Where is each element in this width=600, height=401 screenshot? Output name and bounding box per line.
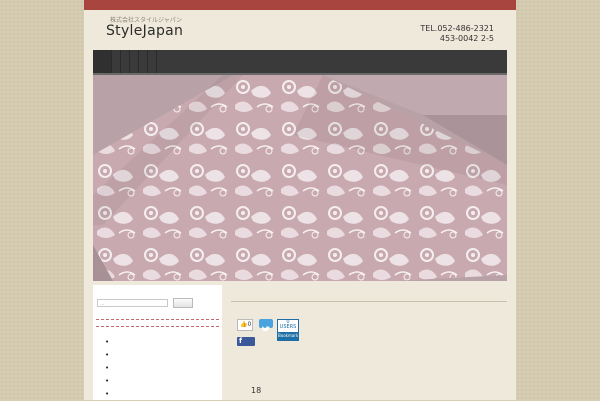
search-input[interactable]: ... [97, 299, 168, 307]
nav-item[interactable] [147, 50, 157, 73]
page-container: 株式会社スタイルジャパン StyleJapan TEL.052-486-2321… [84, 10, 516, 400]
hatena-bookmark-button[interactable]: 0 USERS Bookmark [277, 319, 299, 341]
site-title-link[interactable]: StyleJapan [106, 23, 183, 39]
facebook-share-button[interactable]: f [237, 337, 255, 346]
hero-image [93, 75, 507, 281]
list-item[interactable]: • [105, 375, 109, 388]
top-accent-bar [84, 0, 516, 10]
hatena-users-label: USERS [279, 324, 297, 330]
hatena-bookmark-label: Bookmark [278, 332, 299, 340]
divider [96, 319, 219, 320]
twitter-icon [262, 326, 270, 332]
tweet-button[interactable] [259, 319, 273, 332]
list-item[interactable]: • [105, 362, 109, 375]
like-button[interactable]: 👍0 [237, 319, 253, 331]
contact-info: TEL.052-486-2321 453-0042 2-5 [420, 24, 494, 44]
sidebar-list: • • • • • [105, 336, 109, 401]
content-divider [231, 301, 507, 302]
global-nav [93, 50, 507, 73]
list-item[interactable]: • [105, 349, 109, 362]
site-header: 株式会社スタイルジャパン StyleJapan TEL.052-486-2321… [84, 10, 516, 50]
hatena-count-area: 0 USERS [278, 320, 298, 330]
list-item[interactable]: • [105, 388, 109, 401]
sidebar: ... • • • • • [93, 285, 222, 400]
list-item[interactable]: • [105, 336, 109, 349]
page-number: 18 [251, 386, 262, 395]
fabric-illustration [93, 75, 507, 281]
nav-item-home[interactable] [93, 50, 112, 73]
divider [96, 326, 219, 327]
facebook-icon: f [239, 337, 243, 345]
tel-line: TEL.052-486-2321 [420, 24, 494, 33]
address-line: 453-0042 2-5 [439, 34, 494, 43]
search-button[interactable] [173, 298, 193, 308]
main-content: 👍0 f 0 USERS Bookmark 18 [231, 285, 507, 400]
